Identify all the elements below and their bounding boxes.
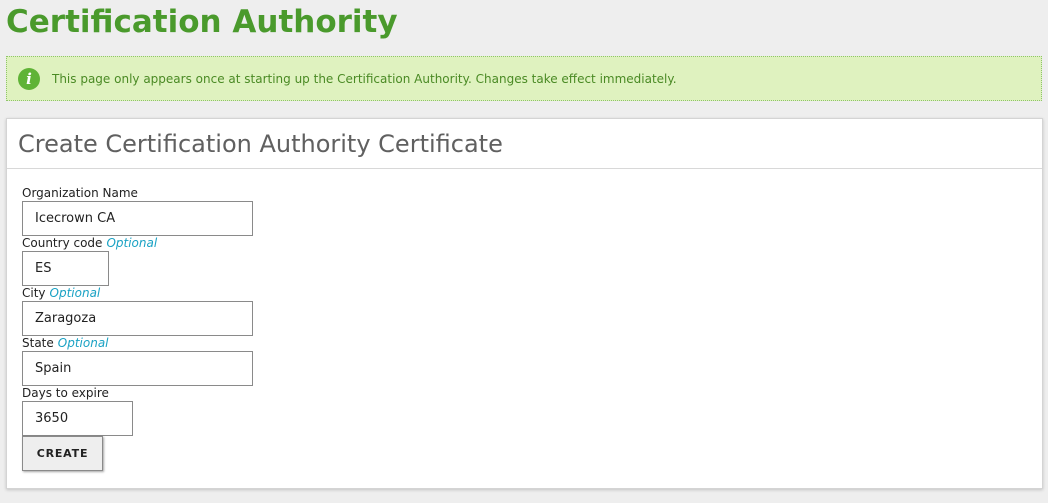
- city-label-text: City: [22, 286, 46, 300]
- state-label: State Optional: [22, 336, 109, 350]
- create-button[interactable]: CREATE: [22, 436, 103, 471]
- days-to-expire-input[interactable]: [22, 401, 133, 436]
- country-code-label: Country code Optional: [22, 236, 157, 250]
- info-notice: i This page only appears once at startin…: [6, 56, 1042, 101]
- days-to-expire-label: Days to expire: [22, 386, 109, 400]
- organization-name-label-text: Organization Name: [22, 186, 138, 200]
- organization-name-label: Organization Name: [22, 186, 138, 200]
- organization-name-input[interactable]: [22, 201, 253, 236]
- notice-text: This page only appears once at starting …: [52, 71, 677, 86]
- page-title: Certification Authority: [6, 4, 398, 40]
- create-ca-form-panel: Create Certification Authority Certifica…: [6, 118, 1043, 489]
- city-input[interactable]: [22, 301, 253, 336]
- state-label-text: State: [22, 336, 54, 350]
- form-title: Create Certification Authority Certifica…: [18, 129, 503, 158]
- optional-tag: Optional: [106, 236, 158, 250]
- state-input[interactable]: [22, 351, 253, 386]
- panel-header: Create Certification Authority Certifica…: [7, 119, 1042, 169]
- days-to-expire-label-text: Days to expire: [22, 386, 109, 400]
- country-code-input[interactable]: [22, 251, 109, 286]
- city-label: City Optional: [22, 286, 100, 300]
- info-icon: i: [18, 67, 40, 90]
- country-code-label-text: Country code: [22, 236, 103, 250]
- optional-tag: Optional: [57, 336, 109, 350]
- optional-tag: Optional: [49, 286, 101, 300]
